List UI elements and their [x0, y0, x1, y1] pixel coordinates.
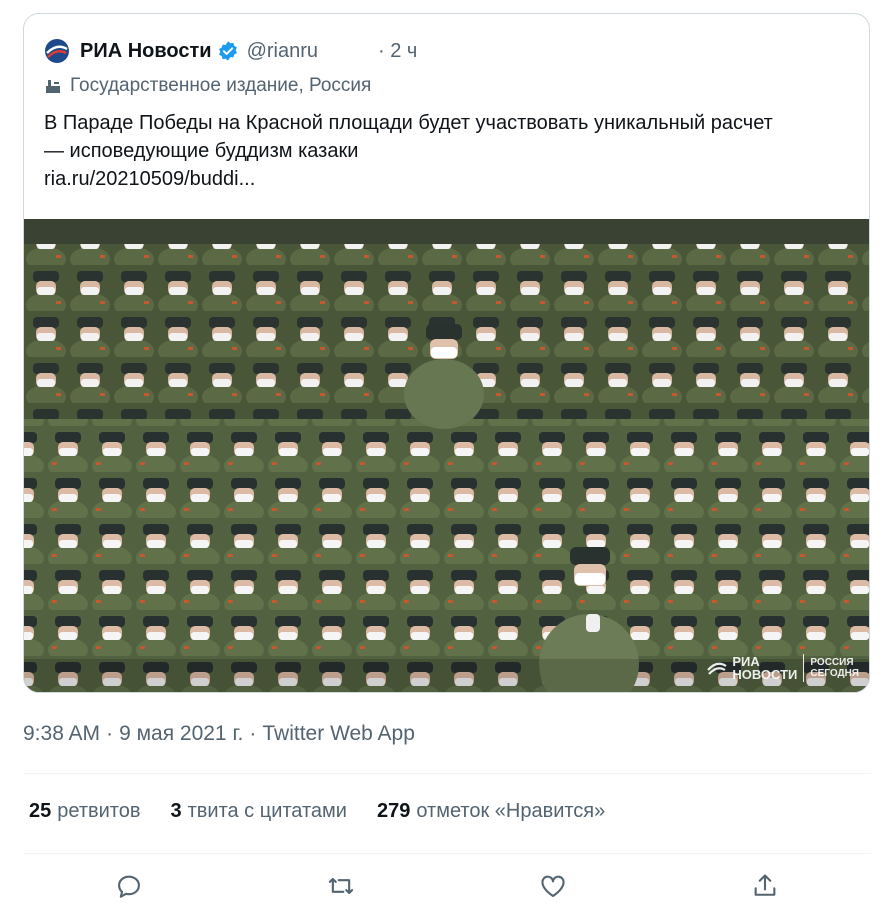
tweet-stats: 25 ретвитов 3 твита с цитатами 279 отметок … [29, 800, 635, 823]
likes-label: отметок «Нравится» [416, 800, 606, 822]
quotes-label: твита с цитатами [187, 800, 347, 822]
meta-separator: · [249, 722, 257, 745]
tweet-date[interactable]: 9 мая 2021 г. [119, 722, 243, 745]
tweet-card[interactable]: РИА Новости @rianru · 2 ч Государственно… [23, 13, 870, 693]
state-media-label-text: Государственное издание, Россия [70, 75, 372, 96]
retweets-count: 25 [29, 800, 52, 822]
photo-watermark: РИА НОВОСТИ РОССИЯ СЕГОДНЯ [706, 654, 859, 682]
reply-icon [118, 875, 140, 898]
tweet-text-line: В Параде Победы на Красной площади будет… [44, 112, 773, 134]
divider-bottom [23, 853, 871, 854]
retweets-stat[interactable]: 25 ретвитов [29, 800, 140, 823]
tweet-link[interactable]: ria.ru/20210509/buddi... [44, 165, 859, 193]
tweet-text-line: — исповедующие буддизм казаки [44, 140, 359, 162]
author-name[interactable]: РИА Новости [80, 40, 212, 63]
retweet-icon [328, 877, 354, 895]
author-handle[interactable]: @rianru [247, 40, 318, 63]
tweet-source[interactable]: Twitter Web App [262, 722, 415, 745]
tweet-time-ago[interactable]: · 2 ч [378, 40, 417, 63]
retweets-label: ретвитов [57, 800, 141, 822]
like-icon [541, 875, 565, 897]
tweet-actions [23, 866, 871, 912]
retweet-button[interactable] [321, 866, 361, 906]
quotes-stat[interactable]: 3 твита с цитатами [170, 800, 346, 823]
state-media-icon [46, 80, 60, 93]
meta-separator: · [106, 722, 114, 745]
share-button[interactable] [745, 866, 785, 906]
tweet-time[interactable]: 9:38 AM [23, 722, 100, 745]
ria-watermark-icon [707, 662, 727, 675]
divider-top [23, 773, 871, 774]
watermark-divider [803, 654, 805, 682]
likes-stat[interactable]: 279 отметок «Нравится» [377, 800, 605, 823]
tweet-photo[interactable]: РИА НОВОСТИ РОССИЯ СЕГОДНЯ [24, 219, 869, 692]
watermark-segodnya: СЕГОДНЯ [810, 668, 859, 679]
tweet-text: В Параде Победы на Красной площади будет… [44, 109, 859, 193]
reply-button[interactable] [109, 866, 149, 906]
watermark-novosti: НОВОСТИ [732, 667, 798, 682]
soldiers-photo [24, 219, 869, 692]
like-button[interactable] [533, 866, 573, 906]
tweet-header: РИА Новости @rianru · 2 ч [44, 36, 417, 66]
watermark-rossiya: РОССИЯ [810, 657, 854, 668]
likes-count: 279 [376, 800, 411, 822]
verified-badge-icon [218, 41, 237, 61]
state-media-label[interactable]: Государственное издание, Россия [44, 72, 371, 100]
ria-logo-icon[interactable] [44, 38, 70, 64]
quotes-count: 3 [170, 800, 182, 822]
share-icon [754, 874, 776, 896]
tweet-meta: 9:38 AM · 9 мая 2021 г. · Twitter Web App [23, 722, 421, 746]
